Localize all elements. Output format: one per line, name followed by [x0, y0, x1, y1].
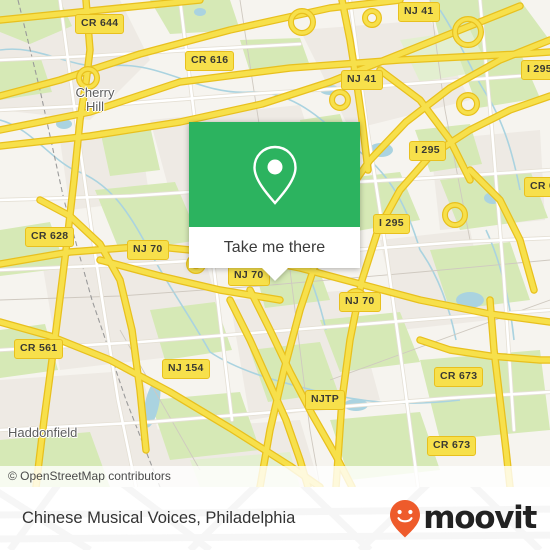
road-shield-nj-41-b[interactable]: NJ 41 [341, 70, 383, 90]
road-shield-i-295-c[interactable]: I 295 [373, 214, 410, 234]
map-canvas[interactable]: .park { fill:#d6e9b6; } .park2 { fill:#e… [0, 0, 550, 487]
moovit-wordmark: moovit [423, 500, 537, 536]
screenshot-root: .park { fill:#d6e9b6; } .park2 { fill:#e… [0, 0, 550, 550]
road-shield-i-295-a[interactable]: I 295 [521, 60, 550, 80]
road-shield-cr-561[interactable]: CR 561 [14, 339, 64, 359]
road-shield-nj-70-a[interactable]: NJ 70 [127, 240, 169, 260]
popup-icon-area [189, 122, 360, 227]
road-shield-cr-628[interactable]: CR 628 [25, 227, 75, 247]
place-label-haddonfield: Haddonfield [8, 425, 78, 440]
map-pin-icon [252, 145, 297, 205]
road-shield-i-295-b[interactable]: I 295 [409, 141, 446, 161]
take-me-there-button[interactable]: Take me there [189, 227, 360, 268]
road-shield-cr-673-a[interactable]: CR 673 [434, 367, 484, 387]
take-me-there-popup[interactable]: Take me there [189, 122, 360, 281]
moovit-brand[interactable]: moovit [390, 487, 537, 550]
road-shield-cr-644[interactable]: CR 644 [75, 14, 125, 34]
road-shield-njtp[interactable]: NJTP [305, 390, 346, 410]
road-shield-cr-673-b[interactable]: CR 673 [427, 436, 477, 456]
osm-attribution[interactable]: © OpenStreetMap contributors [0, 466, 550, 487]
footer-bar: Chinese Musical Voices, Philadelphia moo… [0, 487, 550, 550]
location-title: Chinese Musical Voices, Philadelphia [22, 509, 296, 527]
road-shield-nj-70-c[interactable]: NJ 70 [339, 292, 381, 312]
road-shield-nj-41-a[interactable]: NJ 41 [398, 2, 440, 22]
road-shield-nj-154[interactable]: NJ 154 [162, 359, 210, 379]
popup-tail [261, 268, 288, 281]
take-me-there-label: Take me there [223, 238, 326, 256]
road-shield-cr-616[interactable]: CR 616 [185, 51, 235, 71]
place-label-cherry-hill: Cherry Hill [75, 85, 115, 114]
road-shield-cr-6xx[interactable]: CR 6 [524, 177, 550, 197]
moovit-pin-smiley-icon [390, 499, 421, 537]
